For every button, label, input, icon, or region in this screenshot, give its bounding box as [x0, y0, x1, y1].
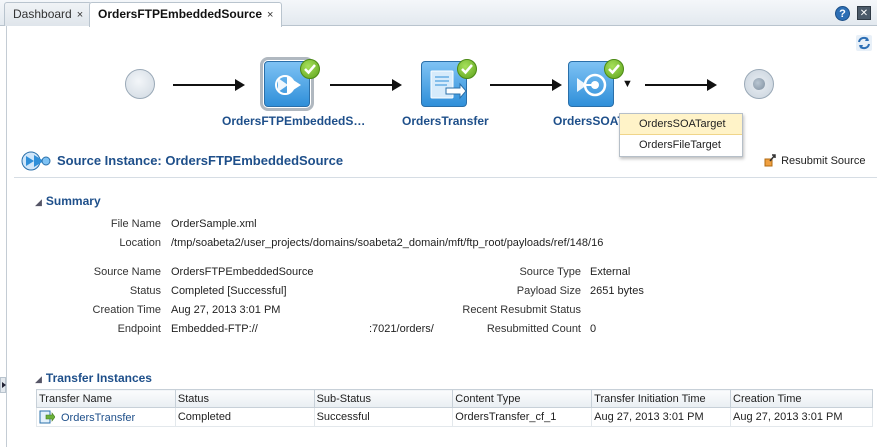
flow-arrow [173, 79, 245, 91]
resubmit-source-button[interactable]: Resubmit Source [764, 153, 865, 167]
endpoint-value: Embedded-FTP:// [171, 323, 258, 335]
location-label: Location [119, 237, 161, 249]
flow-arrow [330, 79, 402, 91]
menu-item-orders-soa-target[interactable]: OrdersSOATarget [620, 114, 742, 135]
refresh-icon[interactable] [855, 34, 873, 52]
success-check-icon [457, 59, 477, 79]
column-header[interactable]: Content Type [452, 389, 593, 408]
creation-time-label: Creation Time [92, 304, 161, 316]
file-name-value: OrderSample.xml [171, 218, 257, 230]
table-cell: OrdersTransfer_cf_1 [452, 407, 593, 427]
success-check-icon [300, 59, 320, 79]
status-label: Status [129, 285, 161, 297]
table-cell: Completed [174, 407, 315, 427]
location-value: /tmp/soabeta2/user_projects/domains/soab… [171, 237, 604, 249]
column-header[interactable]: Sub-Status [313, 389, 454, 408]
resubmit-label: Resubmit Source [781, 155, 866, 167]
transfer-name-link[interactable]: OrdersTransfer [61, 412, 135, 424]
divider [14, 177, 877, 178]
summary-title: Summary [45, 194, 101, 208]
tab-dashboard[interactable]: Dashboard × [4, 2, 93, 26]
payload-size-value: 2651 bytes [590, 285, 644, 297]
success-check-icon [604, 59, 624, 79]
status-value: Completed [Successful] [171, 285, 287, 297]
resubmit-icon [764, 154, 776, 167]
transfer-icon [39, 410, 56, 424]
column-header[interactable]: Status [174, 389, 315, 408]
table-cell: Aug 27, 2013 3:01 PM [730, 407, 873, 427]
start-node-icon [125, 69, 155, 99]
transfer-instances-title: Transfer Instances [45, 371, 152, 385]
help-icon[interactable]: ? [835, 6, 850, 21]
column-header[interactable]: Transfer Initiation Time [591, 389, 732, 408]
tab-bar: Dashboard × OrdersFTPEmbeddedSource × ? ✕ [0, 0, 877, 27]
target-popup-menu: OrdersSOATarget OrdersFileTarget [619, 113, 743, 157]
end-node-icon [744, 69, 774, 99]
source-instance-icon [21, 151, 51, 171]
source-name-value: OrdersFTPEmbeddedSource [171, 266, 314, 278]
column-header[interactable]: Creation Time [730, 389, 873, 408]
recent-resubmit-label: Recent Resubmit Status [462, 304, 581, 316]
target-node-label[interactable]: OrdersSOAT [553, 114, 625, 128]
source-name-label: Source Name [93, 266, 161, 278]
source-instance-title: Source Instance: OrdersFTPEmbeddedSource [57, 153, 344, 168]
tab-label: Dashboard [13, 7, 72, 21]
endpoint-port-value: :7021/orders/ [369, 323, 434, 335]
transfer-node-label[interactable]: OrdersTransfer [402, 114, 489, 128]
source-type-value: External [590, 266, 631, 278]
table-row[interactable]: OrdersTransfer Completed Successful Orde… [36, 407, 873, 427]
transfer-instances-table: Transfer Name Status Sub-Status Content … [36, 389, 873, 427]
payload-size-label: Payload Size [516, 285, 581, 297]
flow-arrow [490, 79, 562, 91]
close-tab-icon[interactable]: × [77, 9, 83, 21]
flow-arrow [645, 79, 717, 91]
column-header[interactable]: Transfer Name [36, 389, 176, 408]
source-type-label: Source Type [519, 266, 581, 278]
source-node-label[interactable]: OrdersFTPEmbeddedS… [222, 114, 365, 128]
table-header-row: Transfer Name Status Sub-Status Content … [36, 389, 873, 408]
creation-time-value: Aug 27, 2013 3:01 PM [171, 304, 281, 316]
tab-label: OrdersFTPEmbeddedSource [98, 7, 263, 21]
close-window-icon[interactable]: ✕ [857, 6, 871, 20]
transfer-instances-toggle[interactable]: ◢ Transfer Instances [35, 371, 152, 385]
transfer-name-cell[interactable]: OrdersTransfer [36, 407, 176, 427]
close-tab-icon[interactable]: × [267, 9, 273, 21]
summary-section-toggle[interactable]: ◢ Summary [35, 194, 101, 208]
table-cell: Aug 27, 2013 3:01 PM [591, 407, 732, 427]
file-name-label: File Name [110, 218, 161, 230]
collapse-triangle-icon: ◢ [35, 197, 42, 207]
splitter-handle[interactable] [0, 377, 6, 393]
target-dropdown-icon[interactable]: ▼ [622, 78, 633, 90]
tab-orders-ftp-embedded-source[interactable]: OrdersFTPEmbeddedSource × [89, 2, 283, 27]
resubmitted-count-label: Resubmitted Count [486, 323, 581, 335]
table-cell: Successful [313, 407, 454, 427]
resubmitted-count-value: 0 [590, 323, 597, 335]
menu-item-orders-file-target[interactable]: OrdersFileTarget [620, 135, 742, 156]
endpoint-label: Endpoint [117, 323, 161, 335]
collapse-triangle-icon: ◢ [35, 374, 42, 384]
